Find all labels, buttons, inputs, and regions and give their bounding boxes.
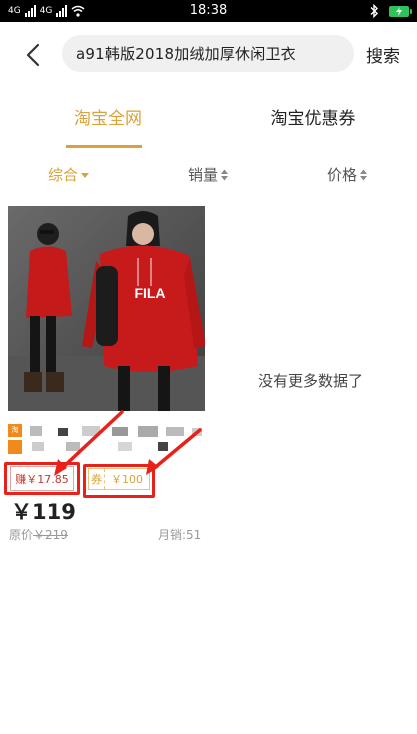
tab-taobao-all[interactable]: 淘宝全网	[58, 104, 158, 148]
taobao-badge: 淘	[8, 424, 22, 437]
blur-block	[32, 442, 44, 451]
original-price: 原价￥219	[9, 526, 68, 543]
back-button[interactable]	[18, 40, 48, 70]
source-tabs: 淘宝全网 淘宝优惠券	[0, 90, 417, 148]
sort-updown-icon	[360, 169, 368, 180]
search-button[interactable]: 搜索	[366, 42, 400, 67]
blur-block	[58, 428, 68, 436]
caret-down-icon	[81, 172, 90, 178]
sort-price[interactable]: 价格	[327, 164, 368, 185]
sort-comprehensive[interactable]: 综合	[48, 164, 90, 185]
coupon-value: ￥100	[111, 473, 143, 486]
status-time: 18:38	[189, 3, 228, 18]
product-title-blurred: 淘	[8, 424, 206, 454]
battery-icon	[389, 5, 412, 17]
sort-sales[interactable]: 销量	[188, 164, 229, 185]
coupon-label: 券	[89, 469, 105, 489]
original-price-value: ￥219	[33, 528, 68, 542]
blur-block	[8, 440, 22, 454]
bluetooth-icon	[370, 4, 378, 18]
blur-block	[30, 426, 42, 436]
blur-block	[138, 426, 158, 437]
blur-block	[112, 427, 128, 436]
blur-block	[66, 442, 80, 451]
active-tab-indicator	[66, 145, 142, 148]
search-header: 搜索	[0, 22, 417, 88]
original-price-prefix: 原价	[9, 528, 34, 542]
product-card[interactable]: FILA 淘 赚￥17.85 券 ￥100 ￥119 原价￥219 月销:51	[8, 206, 206, 546]
sort-updown-icon	[221, 169, 229, 180]
product-image[interactable]: FILA	[8, 206, 205, 411]
sort-price-label: 价格	[327, 166, 358, 184]
blur-block	[158, 442, 168, 451]
status-right	[369, 4, 412, 18]
sort-sales-label: 销量	[188, 166, 219, 184]
svg-text:FILA: FILA	[134, 285, 165, 301]
search-box[interactable]	[62, 35, 354, 72]
sort-bar: 综合 销量 价格	[0, 160, 417, 190]
sort-comprehensive-label: 综合	[48, 166, 79, 184]
blur-block	[166, 427, 184, 436]
tab-taobao-coupons[interactable]: 淘宝优惠券	[250, 104, 376, 148]
blur-block	[82, 426, 100, 436]
blur-block	[118, 442, 132, 451]
product-price: ￥119	[11, 500, 76, 524]
empty-state-text: 没有更多数据了	[258, 372, 364, 390]
status-bar: 4G 4G 18:38	[0, 0, 417, 22]
chevron-left-icon	[26, 43, 40, 67]
product-photo: FILA	[8, 206, 205, 411]
monthly-sales: 月销:51	[158, 528, 202, 542]
coupon-tag: 券 ￥100	[88, 468, 150, 490]
blur-block	[192, 428, 202, 436]
earn-tag: 赚￥17.85	[10, 466, 74, 491]
search-input[interactable]	[76, 44, 340, 63]
